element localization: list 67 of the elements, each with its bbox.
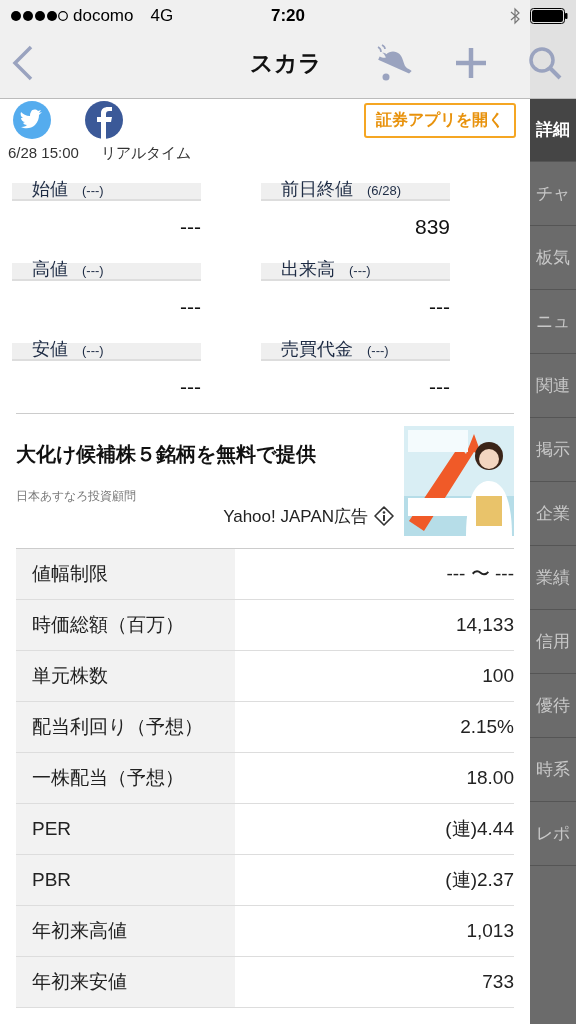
back-icon[interactable] — [12, 45, 34, 81]
table-cell: 時価総額（百万） — [16, 600, 235, 650]
carrier-text: docomo — [73, 6, 134, 26]
ad-sponsor: 日本あすなろ投資顧問 — [16, 487, 137, 505]
table-cell-text: (連)4.44 — [444, 817, 514, 841]
stat-label: 出来高 — [281, 259, 335, 279]
table-cell-text: --- 〜 --- — [445, 562, 514, 586]
table-cell: 一株配当（予想） — [16, 753, 235, 803]
side-tab[interactable]: レポ — [530, 802, 576, 866]
table-cell: 値幅制限 — [16, 549, 235, 599]
table-cell-text: 2.15% — [459, 715, 514, 739]
stat-label: 安値 — [32, 339, 68, 359]
stat-label: 始値 — [32, 179, 68, 199]
side-tab[interactable]: チャ — [530, 162, 576, 226]
table-cell: 単元株数 — [16, 651, 235, 701]
table-cell-text: 1,013 — [465, 919, 514, 943]
ad-label: Yahoo! JAPAN広告 — [223, 505, 368, 528]
stat-label: 高値 — [32, 259, 68, 279]
stat-value: --- — [180, 375, 201, 398]
stat-note: (6/28) — [367, 183, 401, 199]
table-cell-text: 14,133 — [454, 613, 514, 637]
stat-note: (---) — [349, 263, 371, 279]
table-cell: PBR — [16, 855, 235, 905]
signal-icon — [10, 10, 68, 22]
side-tab[interactable]: ニュ — [530, 290, 576, 354]
side-tab[interactable]: 板気 — [530, 226, 576, 290]
side-tab[interactable]: 業績 — [530, 546, 576, 610]
table-cell: 年初来高値 — [16, 906, 235, 956]
ad-headline[interactable]: 大化け候補株５銘柄を無料で提供 — [16, 434, 404, 468]
bluetooth-icon — [510, 7, 520, 25]
stat-note: (---) — [367, 343, 389, 359]
stat-label: 売買代金 — [281, 339, 353, 359]
table-cell-text: 100 — [481, 664, 514, 688]
side-tab[interactable]: 詳細 — [530, 98, 576, 162]
plus-icon[interactable] — [454, 46, 488, 80]
table-cell: PER — [16, 804, 235, 854]
stat-value: --- — [429, 295, 450, 318]
table-cell-text: 18.00 — [465, 766, 514, 790]
twitter-icon[interactable] — [12, 100, 52, 140]
open-app-button[interactable]: 証券アプリを開く — [364, 102, 516, 138]
search-icon[interactable] — [528, 46, 562, 80]
stat-value: 839 — [414, 215, 450, 238]
stat-note: (---) — [82, 263, 104, 279]
table-cell-text: (連)2.37 — [444, 868, 514, 892]
side-tab[interactable]: 関連 — [530, 354, 576, 418]
side-tab[interactable]: 企業 — [530, 482, 576, 546]
timestamp-text: 6/28 15:00 — [8, 144, 79, 163]
stat-value: --- — [429, 375, 450, 398]
facebook-icon[interactable] — [84, 100, 124, 140]
side-tab[interactable]: 優待 — [530, 674, 576, 738]
stat-value: --- — [180, 295, 201, 318]
info-icon[interactable] — [374, 506, 394, 526]
battery-icon — [530, 8, 568, 24]
clock-text: 7:20 — [270, 6, 306, 26]
realtime-label: リアルタイム — [100, 144, 191, 163]
network-text: 4G — [150, 6, 174, 26]
side-tab[interactable]: 信用 — [530, 610, 576, 674]
side-tab[interactable]: 時系 — [530, 738, 576, 802]
stat-note: (---) — [82, 183, 104, 199]
table-cell-text: 733 — [481, 970, 514, 994]
side-tab[interactable]: 掲示 — [530, 418, 576, 482]
stat-label: 前日終値 — [281, 179, 353, 199]
table-cell: 配当利回り（予想） — [16, 702, 235, 752]
stat-note: (---) — [82, 343, 104, 359]
stat-value: --- — [180, 215, 201, 238]
table-cell: 年初来安値 — [16, 957, 235, 1007]
screen-title: スカラ — [250, 48, 322, 78]
